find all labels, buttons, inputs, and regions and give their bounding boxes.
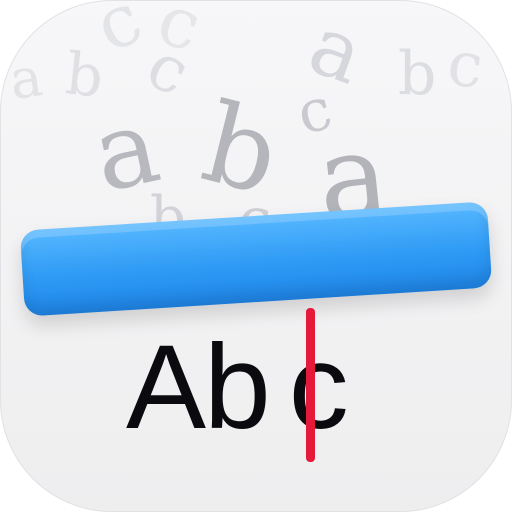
floating-letter-b-2: b — [398, 39, 437, 109]
word-abc: Ab c — [126, 312, 396, 462]
floating-letter-a-1: a — [5, 45, 47, 112]
word-part-ab: Ab — [126, 320, 271, 454]
icon-canvas: a b c a b c a b c a b c a b c c Abc — [0, 0, 512, 512]
word-part-c: c — [288, 320, 349, 454]
app-icon-tile: a b c a b c a b c a b c a b c c Abc — [0, 0, 512, 512]
text-cursor — [306, 308, 315, 462]
floating-letter-c-6: c — [148, 0, 211, 69]
floating-letter-c-2: c — [444, 26, 487, 103]
